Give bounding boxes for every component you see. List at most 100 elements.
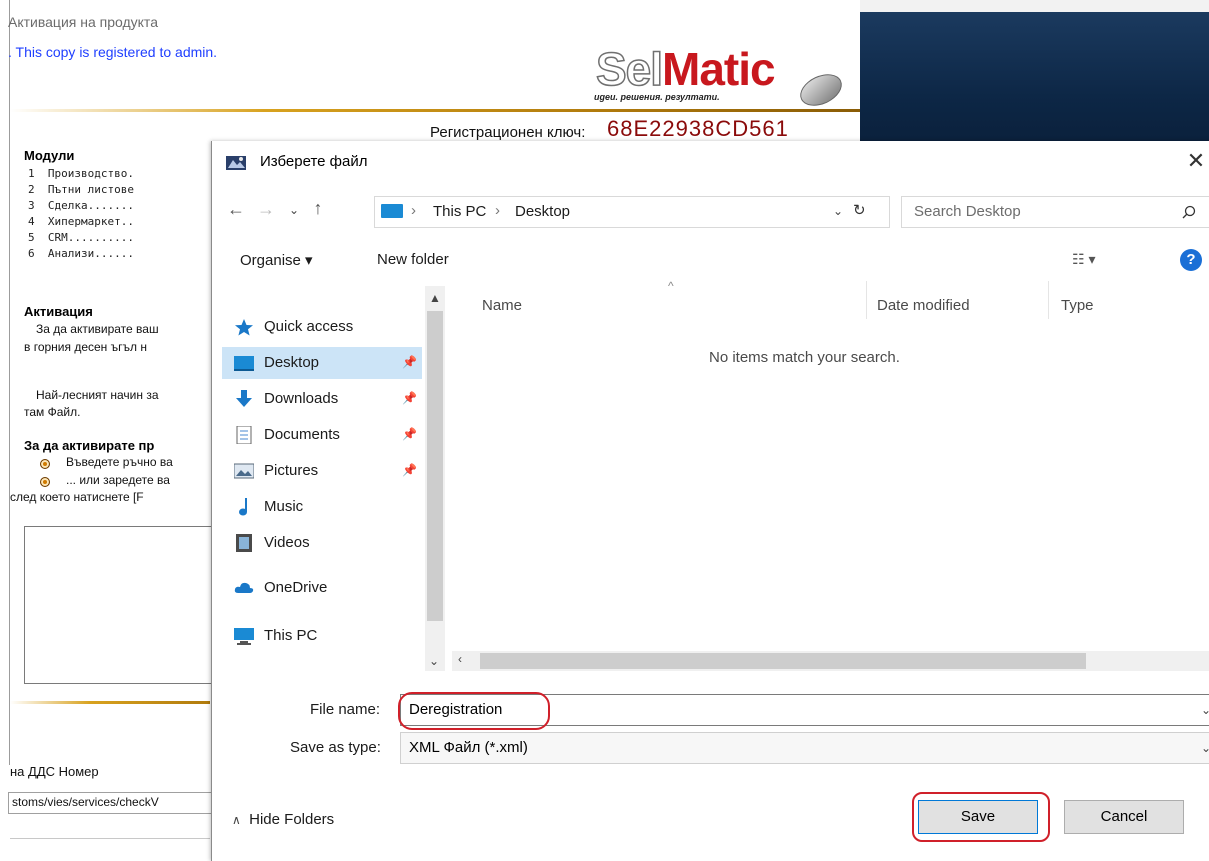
- logo-matic-text: Matic: [662, 43, 776, 95]
- save-as-type-select[interactable]: XML Файл (*.xml) ⌄: [400, 732, 1209, 764]
- videos-icon: [236, 534, 252, 552]
- scroll-down-icon[interactable]: ⌄: [429, 654, 439, 668]
- pin-icon[interactable]: 📌: [402, 391, 417, 405]
- app-icon: [226, 156, 246, 170]
- search-box[interactable]: Search Desktop: [901, 196, 1209, 228]
- new-folder-button[interactable]: New folder: [377, 251, 449, 268]
- gold-divider: [10, 701, 210, 704]
- bullet-text: Въведете ръчно ва: [66, 455, 173, 469]
- scroll-left-icon[interactable]: ‹: [458, 652, 462, 666]
- window-edge: [860, 0, 1209, 12]
- pin-icon[interactable]: 📌: [402, 427, 417, 441]
- mouse-icon: [795, 68, 847, 112]
- module-item: 4 Хипермаркет..: [28, 215, 134, 228]
- star-icon: [235, 319, 253, 336]
- horizontal-scrollbar-thumb[interactable]: [480, 653, 1086, 669]
- chevron-up-icon: ∧: [232, 813, 241, 827]
- activation-heading: Активация: [24, 304, 93, 319]
- selmatic-logo: Sel Matic ugeu. решения. резултати.: [594, 42, 850, 112]
- nav-label: Quick access: [264, 318, 354, 335]
- nav-item-documents[interactable]: Documents 📌: [222, 419, 422, 451]
- address-bar[interactable]: › This PC › Desktop ⌄ ↻: [374, 196, 890, 228]
- column-header-type[interactable]: Type: [1061, 297, 1094, 314]
- activation-text: Най-лесният начин за: [36, 388, 159, 402]
- module-item: 2 Пътни листове: [28, 183, 134, 196]
- nav-label: Music: [264, 498, 304, 515]
- nav-label: Documents: [264, 426, 340, 443]
- save-file-dialog: Изберете файл ✕ ← → ⌄ ↑ › This PC › Desk…: [211, 141, 1209, 861]
- radio-bullet-icon[interactable]: [40, 477, 50, 487]
- module-item: 5 CRM..........: [28, 231, 134, 244]
- dialog-title: Изберете файл: [260, 153, 368, 170]
- logo-sel-text: Sel: [595, 42, 664, 96]
- column-divider[interactable]: [866, 281, 867, 319]
- forward-arrow-icon[interactable]: →: [256, 199, 276, 220]
- back-arrow-icon[interactable]: ←: [226, 199, 246, 220]
- refresh-icon[interactable]: ↻: [853, 201, 866, 219]
- nav-item-quick-access[interactable]: Quick access: [222, 311, 422, 343]
- music-icon: [239, 498, 247, 516]
- desktop-icon: [234, 356, 254, 371]
- nav-label: Videos: [264, 534, 310, 551]
- nav-label: This PC: [264, 627, 318, 644]
- view-options-icon[interactable]: ☷ ▾: [1072, 251, 1095, 268]
- search-icon[interactable]: [1182, 205, 1196, 219]
- search-placeholder: Search Desktop: [914, 203, 1021, 220]
- radio-bullet-icon[interactable]: [40, 459, 50, 469]
- save-as-type-value: XML Файл (*.xml): [409, 739, 528, 756]
- breadcrumb-separator: ›: [495, 202, 500, 219]
- scroll-up-icon[interactable]: ▲: [429, 291, 441, 305]
- file-name-dropdown-icon[interactable]: ⌄: [1201, 703, 1209, 717]
- activation-text: в горния десен ъгъл н: [24, 340, 147, 354]
- nav-item-videos[interactable]: Videos: [222, 527, 422, 559]
- column-header-name[interactable]: Name: [482, 297, 522, 314]
- nav-label: Desktop: [264, 354, 320, 371]
- column-divider[interactable]: [1048, 281, 1049, 319]
- desktop-wallpaper: [860, 12, 1209, 152]
- nav-item-this-pc[interactable]: This PC: [222, 620, 422, 652]
- vat-url-field[interactable]: stoms/vies/services/checkV: [8, 792, 218, 814]
- up-arrow-icon[interactable]: ↑: [308, 198, 328, 219]
- close-icon[interactable]: ✕: [1182, 147, 1209, 175]
- bullet-text: ... или заредете ва: [66, 473, 170, 487]
- nav-item-music[interactable]: Music: [222, 491, 422, 523]
- module-item: 3 Сделка.......: [28, 199, 134, 212]
- recent-chevron-icon[interactable]: ⌄: [284, 203, 304, 217]
- documents-icon: [236, 426, 252, 444]
- save-as-type-label: Save as type:: [290, 739, 381, 756]
- breadcrumb-this-pc[interactable]: This PC: [433, 203, 486, 220]
- cancel-button[interactable]: Cancel: [1064, 800, 1184, 834]
- address-dropdown-icon[interactable]: ⌄: [833, 204, 843, 218]
- nav-scrollbar-thumb[interactable]: [427, 311, 443, 621]
- highlight-annotation: [912, 792, 1050, 842]
- hide-folders-button[interactable]: ∧ Hide Folders: [232, 811, 334, 828]
- navigation-pane: Quick access Desktop 📌 Downloads 📌 Docum…: [212, 286, 446, 671]
- activation-text: там Файл.: [24, 405, 81, 419]
- module-item: 6 Анализи......: [28, 247, 134, 260]
- instruction-text: след което натиснете [F: [10, 490, 144, 504]
- modules-heading: Модули: [24, 148, 75, 163]
- nav-item-downloads[interactable]: Downloads 📌: [222, 383, 422, 415]
- nav-item-desktop[interactable]: Desktop 📌: [222, 347, 422, 379]
- reg-key-label: Регистрационен ключ:: [430, 124, 586, 141]
- nav-item-pictures[interactable]: Pictures 📌: [222, 455, 422, 487]
- highlight-annotation: [398, 692, 550, 730]
- column-header-date-modified[interactable]: Date modified: [877, 297, 970, 314]
- activate-heading: За да активирате пр: [24, 438, 155, 453]
- breadcrumb-desktop[interactable]: Desktop: [515, 203, 570, 220]
- vat-label: на ДДС Номер: [10, 764, 99, 779]
- divider: [10, 838, 210, 839]
- pin-icon[interactable]: 📌: [402, 463, 417, 477]
- help-icon[interactable]: ?: [1180, 249, 1202, 271]
- logo-tagline: ugeu. решения. резултати.: [594, 92, 720, 102]
- nav-label: Pictures: [264, 462, 319, 479]
- nav-item-onedrive[interactable]: OneDrive: [222, 572, 422, 604]
- pictures-icon: [234, 463, 254, 479]
- pin-icon[interactable]: 📌: [402, 355, 417, 369]
- organise-menu-button[interactable]: Organise ▾: [240, 251, 313, 269]
- license-textarea[interactable]: [24, 526, 216, 684]
- empty-folder-message: No items match your search.: [709, 349, 900, 366]
- gold-divider: [10, 109, 860, 112]
- save-as-type-dropdown-icon[interactable]: ⌄: [1201, 741, 1209, 755]
- sort-arrow-icon: ^: [668, 279, 674, 293]
